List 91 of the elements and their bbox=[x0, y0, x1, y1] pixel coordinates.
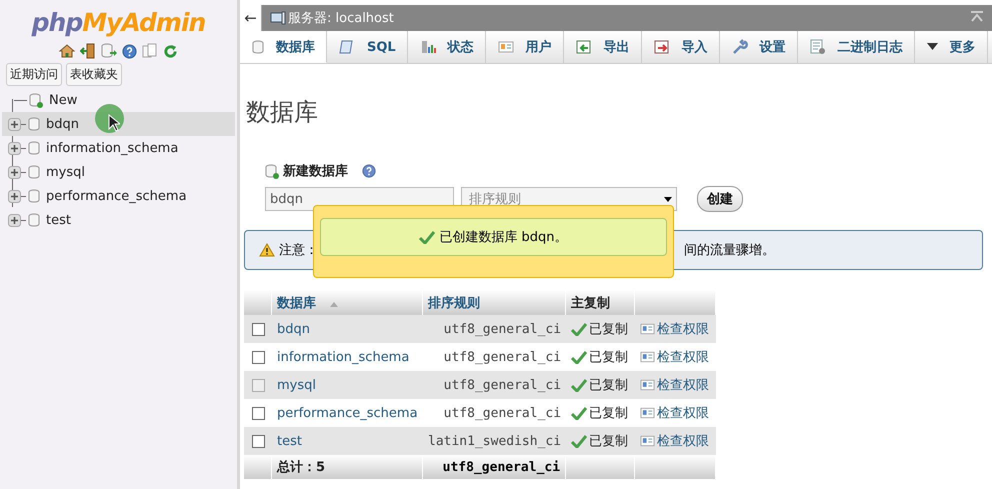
database-arrow-icon[interactable] bbox=[101, 43, 117, 59]
tab[interactable]: SQL bbox=[327, 31, 408, 63]
checkbox[interactable] bbox=[252, 434, 265, 448]
database-icon bbox=[28, 189, 40, 203]
scroll-icon bbox=[339, 39, 355, 55]
wrench-icon bbox=[732, 39, 748, 55]
id-card-icon bbox=[498, 40, 514, 54]
checkbox[interactable] bbox=[252, 406, 265, 420]
log-gear-icon bbox=[810, 39, 826, 55]
tab[interactable]: 导入 bbox=[642, 31, 720, 63]
tab[interactable]: 设置 bbox=[720, 31, 798, 63]
new-database-icon[interactable] bbox=[29, 92, 43, 108]
notice-text: 注意： bbox=[279, 242, 318, 259]
database-icon bbox=[28, 117, 40, 131]
success-message: 已创建数据库 bdqn。 bbox=[439, 229, 568, 246]
tab[interactable]: 用户 bbox=[486, 31, 564, 63]
database-icon bbox=[28, 165, 40, 179]
expand-icon[interactable] bbox=[8, 142, 21, 154]
sidebar-button[interactable]: 表收藏夹 bbox=[66, 63, 122, 86]
database-icon bbox=[252, 40, 264, 54]
help-icon[interactable] bbox=[362, 164, 376, 178]
tree-item[interactable]: information_schema bbox=[2, 136, 235, 160]
checkbox[interactable] bbox=[252, 322, 265, 336]
sort-arrow-icon bbox=[330, 302, 338, 306]
table-cell: utf8_general_ci bbox=[423, 455, 566, 479]
checkbox[interactable] bbox=[252, 350, 265, 364]
table-cell: latin1_swedish_ci bbox=[423, 427, 566, 455]
id-card-icon bbox=[640, 323, 656, 336]
help-icon[interactable] bbox=[122, 44, 137, 58]
check-icon bbox=[571, 406, 588, 420]
database-link[interactable]: information_schema bbox=[277, 350, 410, 364]
check-icon bbox=[419, 230, 436, 244]
table-cell: utf8_general_ci bbox=[423, 315, 566, 343]
replication-status: 已复制 bbox=[589, 434, 628, 449]
check-icon bbox=[571, 350, 588, 364]
tab[interactable]: 导出 bbox=[564, 31, 642, 63]
tree-item[interactable]: performance_schema bbox=[2, 184, 235, 208]
id-card-icon bbox=[640, 351, 656, 364]
expand-icon[interactable] bbox=[8, 118, 21, 130]
replication-status: 已复制 bbox=[589, 322, 628, 337]
tree-item[interactable]: test bbox=[2, 208, 235, 232]
page-title: 数据库 bbox=[246, 97, 319, 128]
expand-icon[interactable] bbox=[8, 166, 21, 178]
database-link[interactable]: performance_schema bbox=[277, 406, 418, 420]
check-privileges-link[interactable]: 检查权限 bbox=[657, 406, 710, 421]
replication-status: 已复制 bbox=[589, 378, 628, 393]
database-link[interactable]: bdqn bbox=[277, 322, 310, 336]
check-icon bbox=[571, 434, 588, 448]
tree-item[interactable]: bdqn bbox=[2, 112, 235, 136]
bar-chart-icon bbox=[420, 39, 436, 55]
cursor-icon bbox=[108, 114, 120, 132]
check-icon bbox=[571, 322, 588, 336]
exit-door-icon[interactable] bbox=[80, 43, 96, 59]
database-icon bbox=[28, 213, 40, 227]
tree-item[interactable]: mysql bbox=[2, 160, 235, 184]
check-icon bbox=[571, 378, 588, 392]
tab[interactable]: 数据库 bbox=[240, 31, 327, 63]
server-icon bbox=[270, 11, 286, 25]
table-cell: utf8_general_ci bbox=[423, 371, 566, 399]
id-card-icon bbox=[640, 435, 656, 448]
replication-status: 已复制 bbox=[589, 350, 628, 365]
tab[interactable]: 状态 bbox=[408, 31, 486, 63]
dropdown-arrow-icon bbox=[664, 196, 672, 202]
dropdown-icon bbox=[926, 43, 938, 51]
id-card-icon bbox=[640, 407, 656, 420]
new-database-icon bbox=[265, 164, 279, 178]
import-icon bbox=[654, 39, 670, 55]
home-icon[interactable] bbox=[59, 43, 75, 59]
back-button[interactable]: ← bbox=[240, 5, 262, 31]
database-link[interactable]: test bbox=[277, 434, 302, 448]
reload-icon[interactable] bbox=[163, 44, 178, 58]
column-header[interactable]: 数据库 bbox=[277, 296, 316, 310]
section-label: 新建数据库 bbox=[283, 162, 348, 180]
logo[interactable]: phpMyAdmin bbox=[32, 8, 206, 37]
create-button[interactable]: 创建 bbox=[697, 186, 743, 212]
replication-status: 已复制 bbox=[589, 406, 628, 421]
export-icon bbox=[576, 39, 592, 55]
expand-icon[interactable] bbox=[8, 214, 21, 226]
tab[interactable]: 更多 bbox=[914, 31, 988, 63]
tab[interactable]: 二进制日志 bbox=[798, 31, 915, 63]
expand-icon[interactable] bbox=[8, 190, 21, 202]
warning-icon bbox=[259, 243, 275, 257]
server-link[interactable]: 服务器: localhost bbox=[288, 9, 394, 27]
check-privileges-link[interactable]: 检查权限 bbox=[657, 350, 710, 365]
database-icon bbox=[28, 141, 40, 155]
column-header: 主复制 bbox=[566, 290, 636, 315]
total-count: 总计：5 bbox=[277, 460, 326, 475]
sidebar-button[interactable]: 近期访问 bbox=[6, 63, 62, 86]
id-card-icon bbox=[640, 379, 656, 392]
notice-text: 间的流量骤增。 bbox=[684, 242, 775, 259]
tree-item[interactable]: New bbox=[2, 88, 235, 112]
